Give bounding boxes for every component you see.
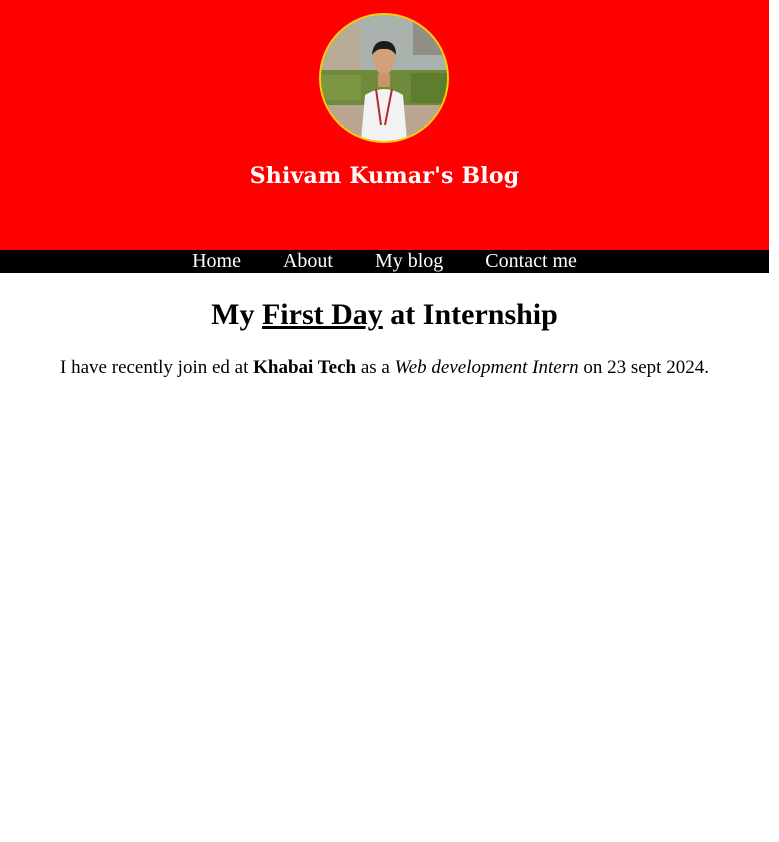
nav-my-blog-link[interactable]: My blog [354,250,464,273]
post-body-text-3: on 23 sept 2024. [578,357,709,378]
profile-photo [321,15,447,141]
role-title: Web development Intern [394,357,579,378]
nav-contact-me-link[interactable]: Contact me [464,250,598,273]
post-body: I have recently join ed at Khabai Tech a… [0,355,769,381]
blog-title: Shivam Kumar's Blog [249,163,520,189]
site-header: Shivam Kumar's Blog [0,0,769,250]
post-title-underlined: First Day [261,298,383,331]
company-name: Khabai Tech [253,357,357,378]
post-title: My First Day at Internship [0,296,769,334]
avatar [319,13,449,143]
nav-about-link[interactable]: About [262,250,354,273]
nav-home-link[interactable]: Home [171,250,262,273]
post-body-text-1: I have recently join ed at [60,357,254,378]
post-body-text-2: as a [356,357,395,378]
main-nav: Home About My blog Contact me [0,250,769,273]
post-title-suffix: at Internship [382,298,558,331]
post-title-prefix: My [211,298,262,331]
